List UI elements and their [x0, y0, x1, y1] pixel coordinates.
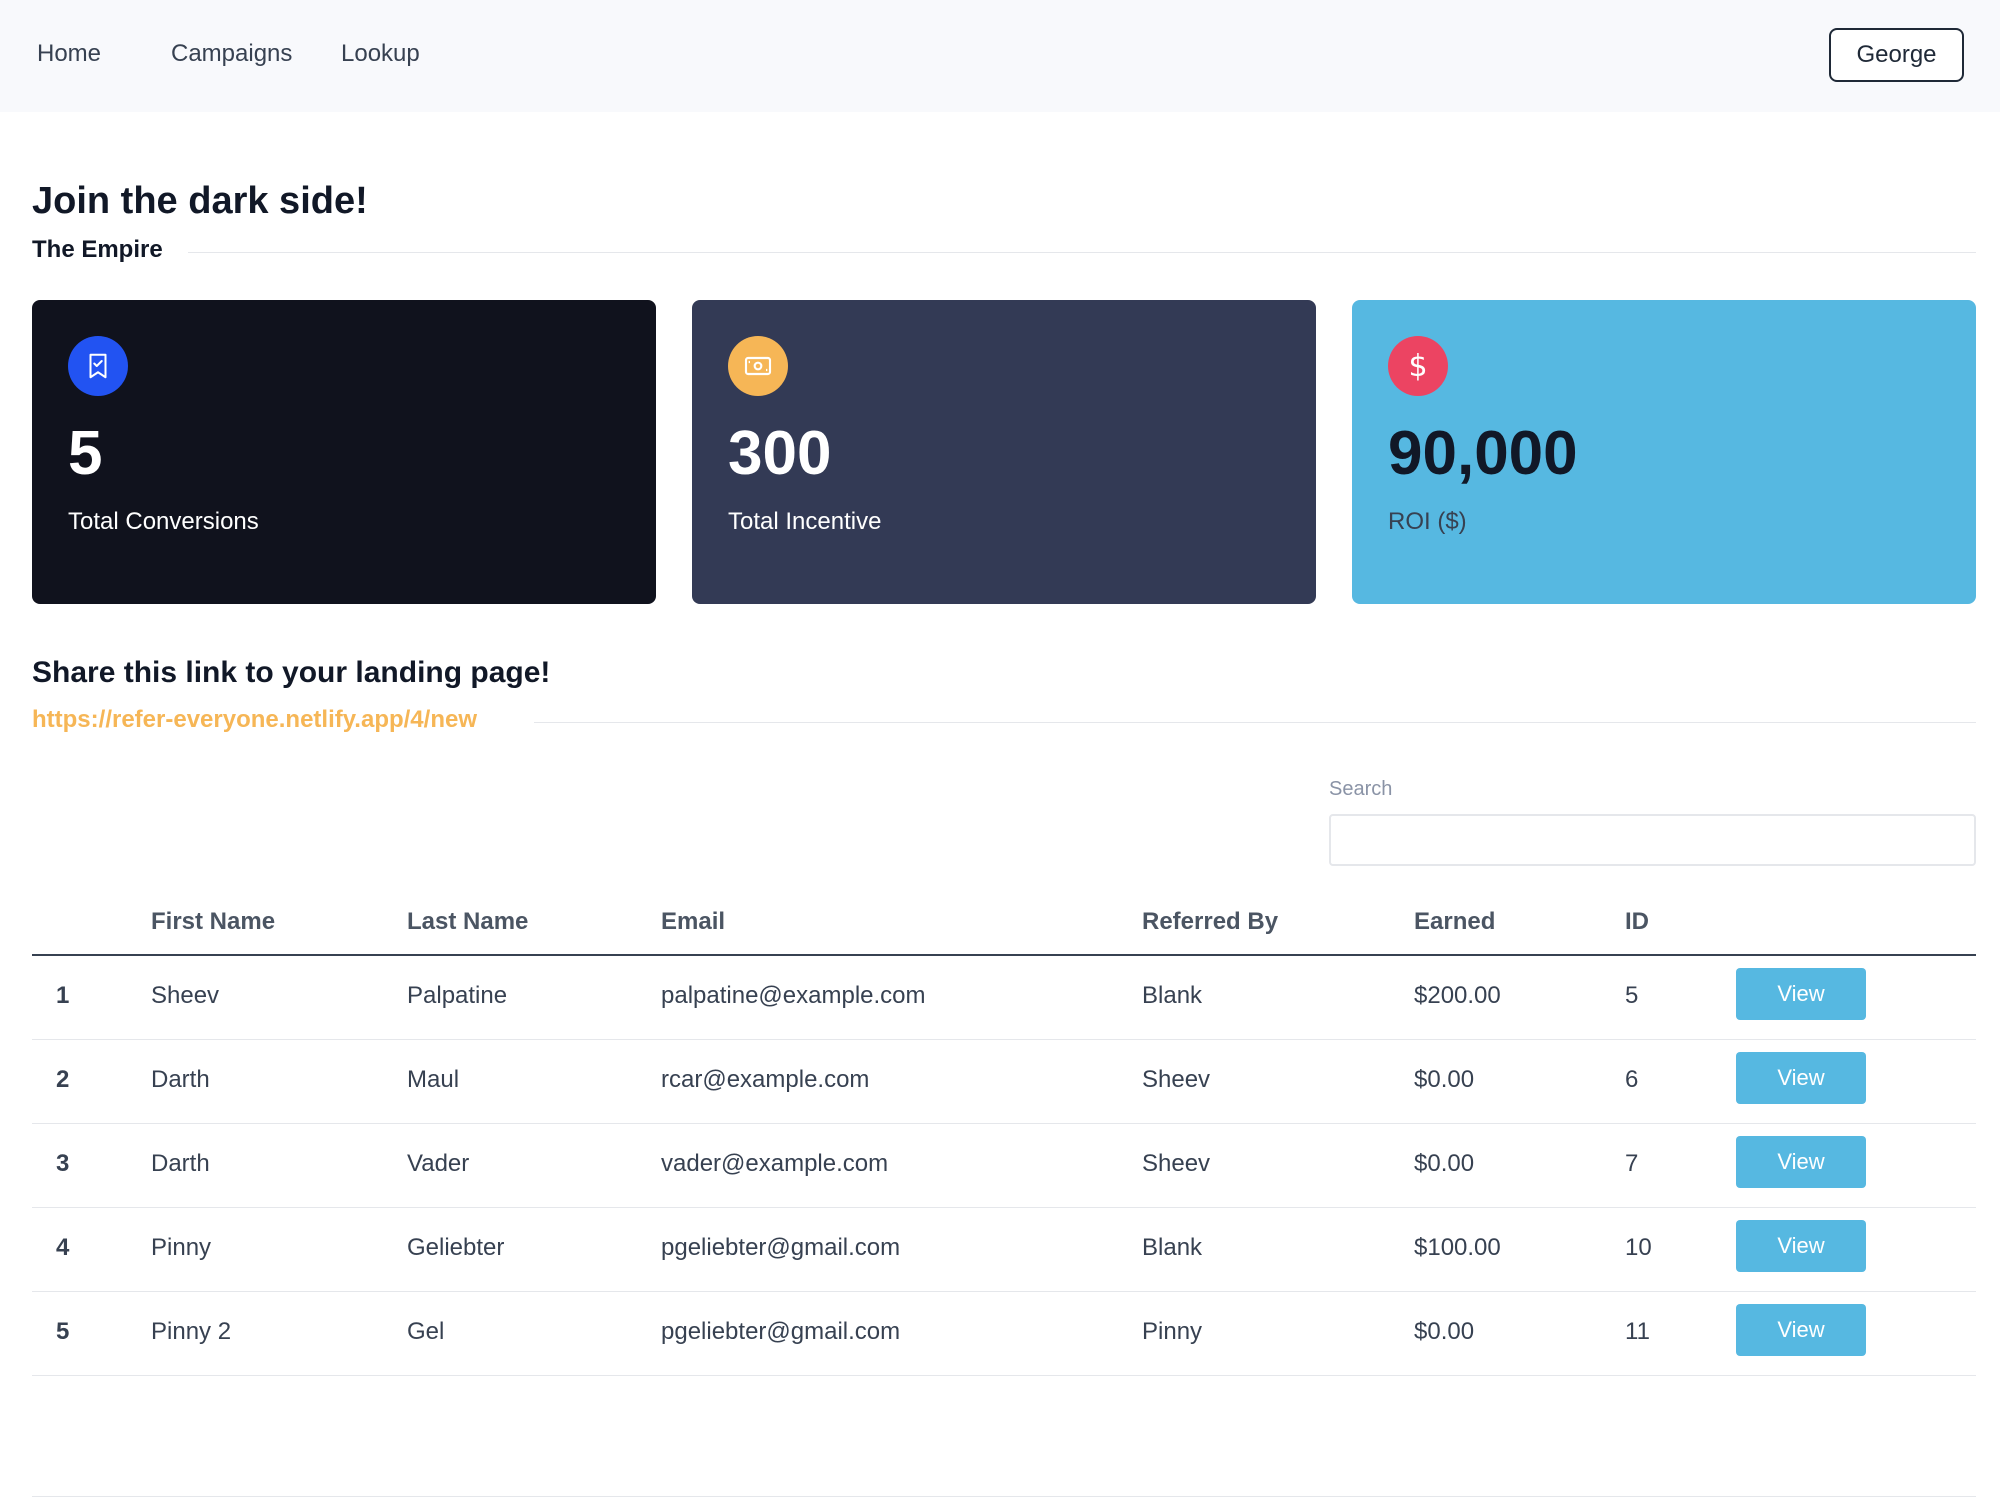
- cell-earned: $0.00: [1414, 1150, 1475, 1177]
- view-button[interactable]: View: [1736, 1052, 1866, 1104]
- cell-email: rcar@example.com: [661, 1066, 870, 1093]
- row-index: 5: [56, 1318, 70, 1345]
- cell-first-name: Pinny: [151, 1234, 212, 1261]
- top-navbar: Home Campaigns Lookup George: [0, 0, 2000, 112]
- cell-last-name: Geliebter: [407, 1234, 505, 1261]
- cell-first-name: Pinny 2: [151, 1318, 232, 1345]
- view-button[interactable]: View: [1736, 1220, 1866, 1272]
- bookmark-check-icon: [68, 336, 128, 396]
- nav-campaigns-link[interactable]: Campaigns: [171, 40, 292, 68]
- column-header-first-name[interactable]: First Name: [151, 908, 275, 936]
- campaign-title: Join the dark side!: [32, 180, 368, 222]
- stat-value: 90,000: [1388, 419, 1578, 488]
- cell-last-name: Maul: [407, 1066, 460, 1093]
- landing-page-link[interactable]: https://refer-everyone.netlify.app/4/new: [32, 706, 477, 734]
- cell-first-name: Sheev: [151, 982, 220, 1009]
- cell-first-name: Darth: [151, 1150, 210, 1177]
- column-header-earned[interactable]: Earned: [1414, 908, 1495, 936]
- stat-label: Total Conversions: [68, 508, 259, 535]
- header-divider: [188, 252, 1976, 253]
- view-button[interactable]: View: [1736, 1304, 1866, 1356]
- banknote-icon: [728, 336, 788, 396]
- cell-id: 5: [1625, 982, 1639, 1009]
- cell-referred-by: Pinny: [1142, 1318, 1203, 1345]
- cell-referred-by: Blank: [1142, 1234, 1203, 1261]
- cell-email: pgeliebter@gmail.com: [661, 1318, 901, 1345]
- cell-id: 10: [1625, 1234, 1652, 1261]
- cell-referred-by: Blank: [1142, 982, 1203, 1009]
- column-header-referred-by[interactable]: Referred By: [1142, 908, 1278, 936]
- cell-earned: $0.00: [1414, 1318, 1475, 1345]
- stat-card-incentive: 300 Total Incentive: [692, 300, 1316, 604]
- stat-label: ROI ($): [1388, 508, 1467, 535]
- cell-email: vader@example.com: [661, 1150, 889, 1177]
- footer-divider: [32, 1496, 1976, 1497]
- search-label: Search: [1329, 778, 1393, 800]
- column-header-last-name[interactable]: Last Name: [407, 908, 528, 936]
- cell-referred-by: Sheev: [1142, 1150, 1211, 1177]
- share-title: Share this link to your landing page!: [32, 656, 551, 689]
- cell-id: 7: [1625, 1150, 1639, 1177]
- nav-lookup-link[interactable]: Lookup: [341, 40, 420, 68]
- row-divider: [32, 1207, 1976, 1208]
- table-header-divider: [32, 954, 1976, 956]
- view-button[interactable]: View: [1736, 968, 1866, 1020]
- cell-last-name: Gel: [407, 1318, 445, 1345]
- row-divider: [32, 1123, 1976, 1124]
- cell-last-name: Palpatine: [407, 982, 508, 1009]
- row-divider: [32, 1375, 1976, 1376]
- cell-last-name: Vader: [407, 1150, 470, 1177]
- row-divider: [32, 1039, 1976, 1040]
- organization-name: The Empire: [32, 236, 163, 263]
- column-header-id[interactable]: ID: [1625, 908, 1649, 936]
- cell-first-name: Darth: [151, 1066, 210, 1093]
- cell-earned: $200.00: [1414, 982, 1501, 1009]
- user-menu-button[interactable]: George: [1829, 28, 1964, 82]
- cell-id: 11: [1625, 1318, 1650, 1345]
- cell-email: palpatine@example.com: [661, 982, 926, 1009]
- dollar-icon: $: [1388, 336, 1448, 396]
- row-index: 1: [56, 982, 70, 1009]
- row-index: 2: [56, 1066, 70, 1093]
- column-header-email[interactable]: Email: [661, 908, 725, 936]
- cell-referred-by: Sheev: [1142, 1066, 1211, 1093]
- stat-card-conversions: 5 Total Conversions: [32, 300, 656, 604]
- cell-earned: $100.00: [1414, 1234, 1501, 1261]
- cell-email: pgeliebter@gmail.com: [661, 1234, 901, 1261]
- cell-earned: $0.00: [1414, 1066, 1475, 1093]
- cell-id: 6: [1625, 1066, 1639, 1093]
- row-divider: [32, 1291, 1976, 1292]
- row-index: 4: [56, 1234, 70, 1261]
- row-index: 3: [56, 1150, 70, 1177]
- stat-value: 5: [68, 419, 103, 488]
- stat-card-roi: $ 90,000 ROI ($): [1352, 300, 1976, 604]
- view-button[interactable]: View: [1736, 1136, 1866, 1188]
- share-divider: [534, 722, 1976, 723]
- search-input[interactable]: [1329, 814, 1976, 866]
- nav-home-link[interactable]: Home: [37, 40, 101, 68]
- stat-label: Total Incentive: [728, 508, 882, 535]
- stat-value: 300: [728, 419, 832, 488]
